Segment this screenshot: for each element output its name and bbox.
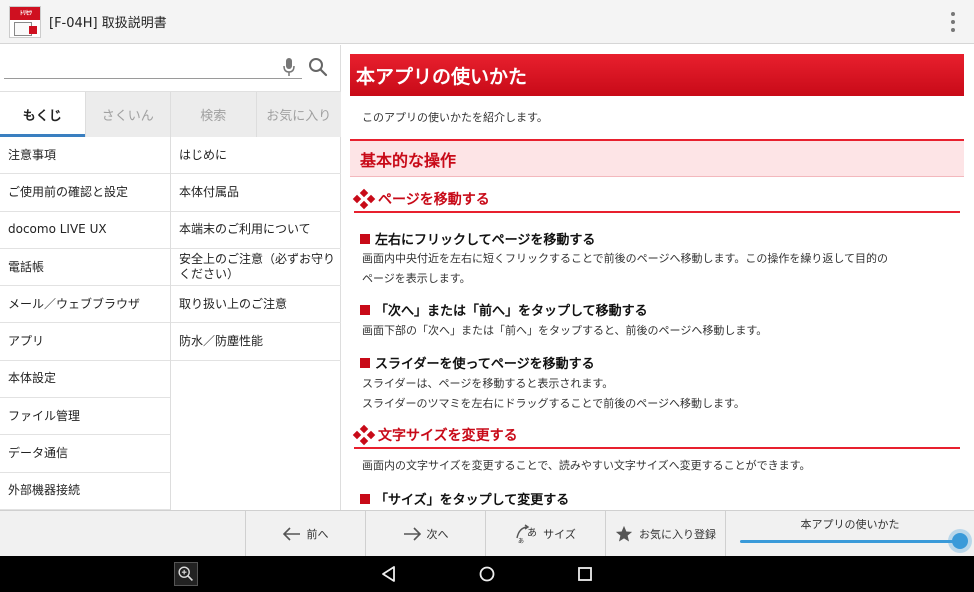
subsection-heading-text: 文字サイズを変更する: [378, 428, 518, 444]
category-item[interactable]: docomo LIVE UX: [0, 212, 170, 249]
tab-2[interactable]: 検索: [171, 92, 257, 137]
intro-text: このアプリの使いかたを紹介します。: [362, 111, 548, 124]
subitem-item[interactable]: 本端末のご利用について: [171, 212, 341, 249]
text-size-icon: あ あ: [516, 523, 537, 544]
app-icon-label: ﾄﾘｾﾂ: [10, 6, 40, 20]
square-bullet-icon: [360, 233, 370, 244]
content-panel: 本アプリの使いかた このアプリの使いかたを紹介します。 基本的な操作 ページを移…: [342, 45, 974, 510]
subitem-item[interactable]: 本体付属品: [171, 174, 341, 212]
recent-apps-icon[interactable]: [576, 565, 594, 583]
subsection-heading-text: ページを移動する: [378, 192, 490, 208]
category-item[interactable]: メール／ウェブブラウザ: [0, 286, 170, 324]
tab-1[interactable]: さくいん: [86, 92, 171, 137]
item-heading-next-prev: 「次へ」または「前へ」をタップして移動する: [360, 300, 648, 319]
page-title: 本アプリの使いかた: [350, 54, 964, 96]
mic-icon[interactable]: [282, 57, 296, 77]
diamond-bullet-icon: [352, 188, 376, 210]
search-input[interactable]: [4, 51, 302, 79]
category-item[interactable]: 注意事項: [0, 137, 170, 175]
overflow-menu-icon[interactable]: [950, 12, 956, 32]
page-slider[interactable]: [740, 533, 968, 549]
prev-button[interactable]: 前へ: [246, 511, 366, 556]
svg-text:あ: あ: [518, 538, 524, 544]
tab-0[interactable]: もくじ: [0, 92, 86, 137]
back-icon[interactable]: [380, 565, 398, 583]
favorite-add-button[interactable]: お気に入り登録: [606, 511, 726, 556]
app-title: [F-04H] 取扱説明書: [49, 16, 167, 31]
diamond-bullet-icon: [352, 424, 376, 446]
left-panel: もくじ さくいん 検索 お気に入り 注意事項 ご使用前の確認と設定 docomo LIVE…: [0, 45, 341, 510]
search-bar: [0, 45, 341, 90]
square-bullet-icon: [360, 493, 370, 504]
subitem-list: はじめに 本体付属品 本端末のご利用について 安全上のご注意（必ずお守りください） 取り…: [171, 137, 341, 510]
slider-label: 本アプリの使いかた: [800, 518, 900, 531]
subsection-heading-text-size: 文字サイズを変更する: [352, 423, 960, 449]
arrow-left-icon: [282, 526, 300, 541]
item-heading-size-tap: 「サイズ」をタップして変更する: [360, 489, 569, 508]
subsection-heading-page-move: ページを移動する: [352, 187, 960, 213]
slider-thumb[interactable]: [952, 533, 968, 549]
home-icon[interactable]: [478, 565, 496, 583]
category-list: 注意事項 ご使用前の確認と設定 docomo LIVE UX 電話帳 メール／ウェブブラ…: [0, 137, 171, 510]
item-text-slider: スライダーは、ページを移動すると表示されます。 スライダーのツマミを左右にドラッ…: [362, 377, 745, 410]
arrow-right-icon: [403, 526, 421, 541]
title-bar: ﾄﾘｾﾂ [F-04H] 取扱説明書: [0, 0, 974, 44]
category-item[interactable]: データ通信: [0, 435, 170, 473]
category-item[interactable]: アプリ: [0, 323, 170, 361]
item-text-flick: 画面内中央付近を左右に短くフリックすることで前後のページへ移動します。この操作を…: [362, 252, 889, 285]
subitem-item[interactable]: 取り扱い上のご注意: [171, 286, 341, 324]
category-item[interactable]: ご使用前の確認と設定: [0, 174, 170, 212]
square-bullet-icon: [360, 357, 370, 368]
page-slider-area: 本アプリの使いかた: [726, 511, 974, 556]
category-item[interactable]: 外部機器接続: [0, 473, 170, 510]
app-icon: ﾄﾘｾﾂ: [9, 5, 41, 38]
category-item[interactable]: 電話帳: [0, 249, 170, 287]
subitem-item[interactable]: 防水／防塵性能: [171, 323, 341, 361]
tab-bar: もくじ さくいん 検索 お気に入り: [0, 91, 341, 137]
item-heading-flick: 左右にフリックしてページを移動する: [360, 229, 595, 248]
navigation-bar: [0, 556, 974, 592]
bottom-toolbar: 前へ 次へ あ あ サイズ お気に入り登録 本アプリの使いかた: [0, 510, 974, 556]
zoom-icon[interactable]: [174, 562, 198, 586]
section-heading: 基本的な操作: [350, 139, 964, 177]
square-bullet-icon: [360, 304, 370, 315]
search-icon[interactable]: [308, 57, 328, 77]
star-icon: [615, 525, 633, 542]
next-button[interactable]: 次へ: [366, 511, 486, 556]
item-text-next-prev: 画面下部の「次へ」または「前へ」をタップすると、前後のページへ移動します。: [362, 324, 768, 337]
category-item[interactable]: ファイル管理: [0, 398, 170, 436]
text-size-description: 画面内の文字サイズを変更することで、読みやすい文字サイズへ変更することができます…: [362, 459, 811, 472]
svg-text:あ: あ: [527, 527, 537, 539]
size-button[interactable]: あ あ サイズ: [486, 511, 606, 556]
subitem-item[interactable]: はじめに: [171, 137, 341, 175]
tab-3[interactable]: お気に入り: [257, 92, 342, 137]
item-heading-slider: スライダーを使ってページを移動する: [360, 353, 595, 372]
category-item[interactable]: 本体設定: [0, 361, 170, 399]
subitem-item[interactable]: 安全上のご注意（必ずお守りください）: [171, 249, 341, 287]
